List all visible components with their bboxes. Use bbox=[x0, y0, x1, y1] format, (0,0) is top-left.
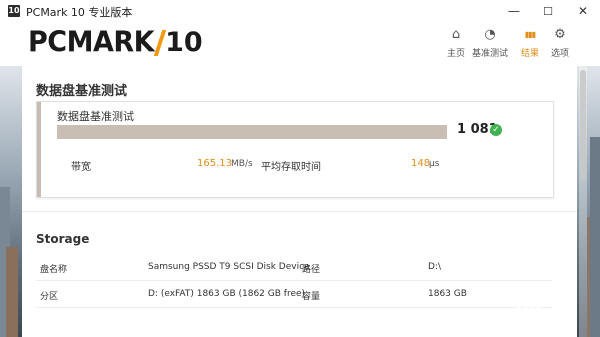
partition-value: D: (exFAT) 1863 GB (1862 GB free) bbox=[148, 289, 306, 299]
result-card: 数据盘基准测试 1 081 ✓ 带宽 165.13 MB/s 平均存取时间 14… bbox=[36, 101, 554, 198]
access-time-label: 平均存取时间 bbox=[261, 162, 321, 173]
gear-icon: ⚙ bbox=[554, 27, 566, 42]
window-title: PCMark 10 专业版本 bbox=[26, 6, 133, 19]
bandwidth-unit: MB/s bbox=[231, 159, 253, 169]
path-label: 路径 bbox=[302, 265, 321, 275]
title-bar: 10 PCMark 10 专业版本 — ☐ ✕ bbox=[0, 0, 600, 23]
close-icon: ✕ bbox=[577, 4, 589, 18]
capacity-label: 容量 bbox=[302, 292, 321, 302]
access-time-unit: μs bbox=[429, 159, 440, 169]
app-icon: 10 bbox=[8, 5, 20, 17]
row-divider bbox=[36, 307, 552, 308]
zol-watermark-sub: 中关村在线 bbox=[506, 322, 541, 330]
minimize-icon: — bbox=[508, 4, 520, 18]
nav-options[interactable]: ⚙ 选项 bbox=[540, 26, 580, 64]
card-title: 数据盘基准测试 bbox=[57, 110, 134, 123]
section-divider bbox=[22, 211, 577, 212]
disk-name-label: 盘名称 bbox=[40, 265, 68, 275]
access-time-value: 148 bbox=[411, 158, 431, 169]
logo-number: 10 bbox=[165, 27, 203, 58]
nav-benchmarks[interactable]: ◔ 基准测试 bbox=[468, 26, 512, 64]
row-divider bbox=[36, 280, 552, 281]
minimize-button[interactable]: — bbox=[497, 0, 531, 22]
maximize-button[interactable]: ☐ bbox=[531, 0, 565, 22]
bandwidth-value: 165.13 bbox=[197, 158, 232, 169]
close-button[interactable]: ✕ bbox=[566, 0, 600, 22]
disk-name-value: Samsung PSSD T9 SCSI Disk Device bbox=[148, 262, 310, 272]
check-icon: ✓ bbox=[490, 124, 502, 136]
app-header: PCMARK 10 ⌂ 主页 ◔ 基准测试 ▮▮▮ 结果 ⚙ 选项 bbox=[0, 22, 600, 66]
storage-title: Storage bbox=[36, 232, 90, 246]
page-title: 数据盘基准测试 bbox=[36, 84, 128, 99]
bandwidth-label: 带宽 bbox=[71, 162, 91, 173]
maximize-icon: ☐ bbox=[543, 4, 553, 18]
card-accent-bar bbox=[37, 102, 41, 197]
gauge-icon: ◔ bbox=[484, 27, 496, 42]
score-bar bbox=[57, 125, 447, 139]
score-bar-fill bbox=[57, 125, 447, 139]
scrollbar-thumb[interactable] bbox=[580, 70, 586, 180]
partition-label: 分区 bbox=[40, 292, 59, 302]
zol-watermark: ZOL bbox=[512, 303, 546, 319]
path-value: D:\ bbox=[428, 262, 441, 272]
nav-benchmarks-label: 基准测试 bbox=[471, 49, 508, 59]
logo-text: PCMARK bbox=[28, 26, 155, 59]
capacity-value: 1863 GB bbox=[428, 289, 467, 299]
pcmark-logo: PCMARK 10 bbox=[28, 26, 203, 59]
nav-options-label: 选项 bbox=[550, 49, 569, 59]
